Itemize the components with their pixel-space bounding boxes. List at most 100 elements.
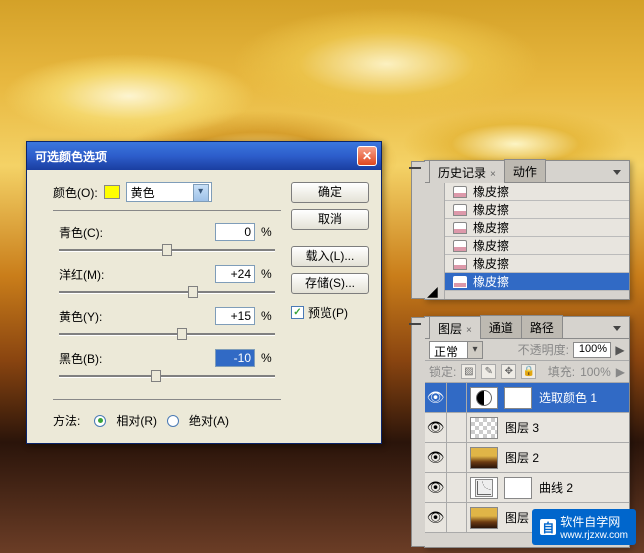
visibility-icon[interactable]: 👁 <box>425 413 447 443</box>
radio-absolute[interactable] <box>167 415 179 427</box>
link-cell[interactable] <box>447 443 467 473</box>
adjustment-icon <box>470 387 498 409</box>
cyan-label: 青色(C): <box>59 224 131 241</box>
slider-group: 青色(C): % 洋红(M): % 黄色(Y): % 黑色(B) <box>53 210 281 400</box>
blend-mode-combo[interactable]: 正常 <box>429 341 483 359</box>
panel-menu-icon[interactable] <box>609 321 625 335</box>
lock-transparency-icon[interactable]: ▨ <box>461 364 476 379</box>
close-icon[interactable]: ✕ <box>357 146 377 166</box>
watermark-brand: 软件自学网 <box>560 513 628 530</box>
tab-layers[interactable]: 图层× <box>429 316 481 339</box>
layer-row[interactable]: 👁 图层 2 <box>425 443 629 473</box>
visibility-icon[interactable]: 👁 <box>425 473 447 503</box>
eraser-icon <box>453 186 467 198</box>
minimize-icon[interactable] <box>409 165 421 169</box>
link-cell[interactable] <box>447 473 467 503</box>
color-combo[interactable]: 黄色 <box>126 182 212 202</box>
radio-relative[interactable] <box>94 415 106 427</box>
mask-thumbnail[interactable] <box>504 477 532 499</box>
cyan-input[interactable] <box>215 223 255 241</box>
history-brush-icon[interactable]: ◢ <box>427 283 443 297</box>
color-value: 黄色 <box>131 184 155 201</box>
layer-thumbnail[interactable] <box>470 507 498 529</box>
layer-thumbnail[interactable] <box>470 417 498 439</box>
history-item[interactable]: 橡皮擦 <box>425 219 629 237</box>
color-swatch-icon <box>104 185 120 199</box>
history-item[interactable]: 橡皮擦 <box>425 201 629 219</box>
minimize-icon[interactable] <box>409 321 421 325</box>
opacity-input[interactable]: 100% <box>573 342 611 358</box>
link-cell[interactable] <box>447 413 467 443</box>
check-icon: ✓ <box>291 306 304 319</box>
yellow-input[interactable] <box>215 307 255 325</box>
layer-name[interactable]: 选取颜色 1 <box>535 389 597 406</box>
lock-label: 锁定: <box>429 363 456 380</box>
cancel-button[interactable]: 取消 <box>291 209 369 230</box>
visibility-icon[interactable]: 👁 <box>425 443 447 473</box>
history-list[interactable]: 橡皮擦 橡皮擦 橡皮擦 橡皮擦 橡皮擦 橡皮擦 <box>425 183 629 295</box>
preview-checkbox[interactable]: ✓ 预览(P) <box>291 304 369 321</box>
history-panel: 历史记录× 动作 ◢ 橡皮擦 橡皮擦 橡皮擦 橡皮擦 橡皮擦 橡皮擦 <box>424 160 630 300</box>
watermark-badge-icon: 自 <box>540 519 556 535</box>
close-tab-icon[interactable]: × <box>466 325 472 336</box>
layer-row-curves[interactable]: 👁 曲线 2 <box>425 473 629 503</box>
layer-row[interactable]: 👁 图层 3 <box>425 413 629 443</box>
eraser-icon <box>453 222 467 234</box>
history-item[interactable]: 橡皮擦 <box>425 237 629 255</box>
magenta-input[interactable] <box>215 265 255 283</box>
panel-menu-icon[interactable] <box>609 165 625 179</box>
lock-paint-icon[interactable]: ✎ <box>481 364 496 379</box>
history-item[interactable]: 橡皮擦 <box>425 255 629 273</box>
save-button[interactable]: 存储(S)... <box>291 273 369 294</box>
cyan-slider[interactable] <box>59 241 275 259</box>
watermark: 自 软件自学网 www.rjzxw.com <box>532 509 636 545</box>
lock-all-icon[interactable]: 🔒 <box>521 364 536 379</box>
black-label: 黑色(B): <box>59 350 131 367</box>
layer-name[interactable]: 图层 <box>501 509 529 526</box>
color-label: 颜色(O): <box>53 184 98 201</box>
layer-name[interactable]: 图层 3 <box>501 419 539 436</box>
yellow-slider[interactable] <box>59 325 275 343</box>
relative-label: 相对(R) <box>116 412 157 429</box>
watermark-url: www.rjzxw.com <box>560 530 628 541</box>
eraser-icon <box>453 276 467 288</box>
absolute-label: 绝对(A) <box>189 412 229 429</box>
link-cell[interactable] <box>447 503 467 533</box>
black-slider[interactable] <box>59 367 275 385</box>
visibility-icon[interactable]: 👁 <box>425 503 447 533</box>
history-item-selected[interactable]: 橡皮擦 <box>425 273 629 291</box>
dialog-title: 可选颜色选项 <box>35 148 357 165</box>
visibility-icon[interactable]: 👁 <box>425 383 447 413</box>
fill-input[interactable]: 100% <box>580 365 611 379</box>
chevron-right-icon[interactable]: ▶ <box>615 343 625 357</box>
eraser-icon <box>453 204 467 216</box>
history-item[interactable]: 橡皮擦 <box>425 183 629 201</box>
curves-icon <box>470 477 498 499</box>
layer-name[interactable]: 曲线 2 <box>535 479 573 496</box>
mask-thumbnail[interactable] <box>504 387 532 409</box>
eraser-icon <box>453 240 467 252</box>
tab-paths[interactable]: 路径 <box>521 315 563 338</box>
magenta-slider[interactable] <box>59 283 275 301</box>
percent-label: % <box>261 225 275 239</box>
panel-dock-grip[interactable] <box>411 317 425 547</box>
yellow-label: 黄色(Y): <box>59 308 131 325</box>
close-tab-icon[interactable]: × <box>490 169 496 180</box>
layer-thumbnail[interactable] <box>470 447 498 469</box>
layer-name[interactable]: 图层 2 <box>501 449 539 466</box>
opacity-label: 不透明度: <box>518 341 569 358</box>
preview-label: 预览(P) <box>308 304 348 321</box>
tab-channels[interactable]: 通道 <box>480 315 522 338</box>
layer-row-selective-color[interactable]: 👁 选取颜色 1 <box>425 383 629 413</box>
black-input[interactable] <box>215 349 255 367</box>
tab-history[interactable]: 历史记录× <box>429 160 505 183</box>
chevron-right-icon[interactable]: ▶ <box>616 365 625 379</box>
panel-dock-grip[interactable] <box>411 161 425 299</box>
lock-move-icon[interactable]: ✥ <box>501 364 516 379</box>
load-button[interactable]: 载入(L)... <box>291 246 369 267</box>
link-cell[interactable] <box>447 383 467 413</box>
ok-button[interactable]: 确定 <box>291 182 369 203</box>
dialog-titlebar[interactable]: 可选颜色选项 ✕ <box>27 142 381 170</box>
tab-actions[interactable]: 动作 <box>504 159 546 182</box>
magenta-label: 洋红(M): <box>59 266 131 283</box>
